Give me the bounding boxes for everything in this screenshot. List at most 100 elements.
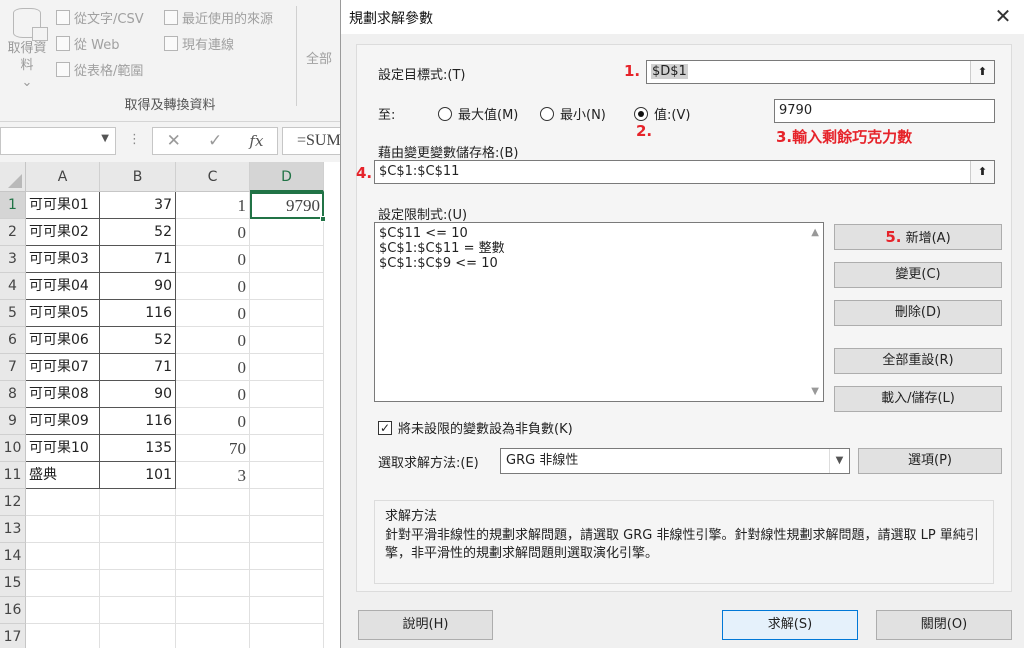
- constraint-item[interactable]: $C$1:$C$11 = 整數: [375, 241, 823, 256]
- cell-d8[interactable]: [250, 381, 324, 408]
- cell-d13[interactable]: [250, 516, 324, 543]
- fill-handle[interactable]: [320, 216, 326, 222]
- cell-b1[interactable]: 37: [100, 192, 176, 219]
- row-header[interactable]: 2: [0, 219, 26, 246]
- range-select-icon[interactable]: ⬆: [970, 61, 994, 83]
- get-data-button[interactable]: 取得資料 ⌄: [4, 8, 50, 91]
- row-header[interactable]: 6: [0, 327, 26, 354]
- cell-d5[interactable]: [250, 300, 324, 327]
- insert-function-icon[interactable]: fx: [249, 132, 263, 150]
- cell-d6[interactable]: [250, 327, 324, 354]
- cell-a5[interactable]: 可可果05: [26, 300, 100, 327]
- target-value-input[interactable]: 9790: [774, 99, 995, 123]
- cell-a12[interactable]: [26, 489, 100, 516]
- cell-a1[interactable]: 可可果01: [26, 192, 100, 219]
- solve-button[interactable]: 求解(S): [722, 610, 858, 640]
- cell-d1[interactable]: 9790: [250, 192, 324, 219]
- min-radio[interactable]: 最小(N): [540, 104, 606, 123]
- cell-a13[interactable]: [26, 516, 100, 543]
- cell-c14[interactable]: [176, 543, 250, 570]
- cell-c1[interactable]: 1: [176, 192, 250, 219]
- scroll-up-icon[interactable]: ▲: [811, 227, 819, 238]
- cell-b17[interactable]: [100, 624, 176, 648]
- change-constraint-button[interactable]: 變更(C): [834, 262, 1002, 288]
- cell-a7[interactable]: 可可果07: [26, 354, 100, 381]
- column-header-a[interactable]: A: [26, 162, 100, 192]
- cancel-icon[interactable]: ✕: [167, 131, 181, 151]
- cell-c7[interactable]: 0: [176, 354, 250, 381]
- cell-a10[interactable]: 可可果10: [26, 435, 100, 462]
- cell-d12[interactable]: [250, 489, 324, 516]
- cell-d2[interactable]: [250, 219, 324, 246]
- recent-sources-button[interactable]: 最近使用的來源: [164, 8, 273, 27]
- from-text-csv-button[interactable]: 從文字/CSV: [56, 8, 144, 27]
- close-icon[interactable]: ✕: [989, 2, 1017, 30]
- name-box[interactable]: ▼: [0, 127, 116, 155]
- cell-b9[interactable]: 116: [100, 408, 176, 435]
- column-header-d[interactable]: D: [250, 162, 324, 192]
- cell-a16[interactable]: [26, 597, 100, 624]
- cell-b7[interactable]: 71: [100, 354, 176, 381]
- range-select-icon[interactable]: ⬆: [970, 161, 994, 183]
- cell-b6[interactable]: 52: [100, 327, 176, 354]
- cell-b16[interactable]: [100, 597, 176, 624]
- row-header[interactable]: 3: [0, 246, 26, 273]
- cell-b5[interactable]: 116: [100, 300, 176, 327]
- row-header[interactable]: 13: [0, 516, 26, 543]
- help-button[interactable]: 說明(H): [358, 610, 493, 640]
- cell-c13[interactable]: [176, 516, 250, 543]
- solving-method-select[interactable]: GRG 非線性 ▼: [500, 448, 850, 474]
- cell-a17[interactable]: [26, 624, 100, 648]
- cell-c16[interactable]: [176, 597, 250, 624]
- row-header[interactable]: 1: [0, 192, 26, 219]
- cell-d15[interactable]: [250, 570, 324, 597]
- column-header-b[interactable]: B: [100, 162, 176, 192]
- cell-c4[interactable]: 0: [176, 273, 250, 300]
- cell-d7[interactable]: [250, 354, 324, 381]
- cell-c8[interactable]: 0: [176, 381, 250, 408]
- cell-b15[interactable]: [100, 570, 176, 597]
- reset-all-button[interactable]: 全部重設(R): [834, 348, 1002, 374]
- cell-d11[interactable]: [250, 462, 324, 489]
- delete-constraint-button[interactable]: 刪除(D): [834, 300, 1002, 326]
- cell-a2[interactable]: 可可果02: [26, 219, 100, 246]
- constraints-list[interactable]: $C$11 <= 10 $C$1:$C$11 = 整數 $C$1:$C$9 <=…: [374, 222, 824, 402]
- cell-a14[interactable]: [26, 543, 100, 570]
- row-header[interactable]: 14: [0, 543, 26, 570]
- cell-b2[interactable]: 52: [100, 219, 176, 246]
- load-save-button[interactable]: 載入/儲存(L): [834, 386, 1002, 412]
- cell-d14[interactable]: [250, 543, 324, 570]
- constraint-item[interactable]: $C$11 <= 10: [375, 226, 823, 241]
- cell-c17[interactable]: [176, 624, 250, 648]
- cell-d16[interactable]: [250, 597, 324, 624]
- row-header[interactable]: 15: [0, 570, 26, 597]
- close-button[interactable]: 關閉(O): [876, 610, 1012, 640]
- cell-b12[interactable]: [100, 489, 176, 516]
- formula-input[interactable]: =SUM: [282, 127, 342, 155]
- cell-b11[interactable]: 101: [100, 462, 176, 489]
- from-web-button[interactable]: 從 Web: [56, 34, 119, 53]
- cell-d3[interactable]: [250, 246, 324, 273]
- cell-c3[interactable]: 0: [176, 246, 250, 273]
- nonnegative-checkbox[interactable]: ✓ 將未設限的變數設為非負數(K): [378, 418, 573, 437]
- cell-b4[interactable]: 90: [100, 273, 176, 300]
- cell-c11[interactable]: 3: [176, 462, 250, 489]
- row-header[interactable]: 12: [0, 489, 26, 516]
- constraint-item[interactable]: $C$1:$C$9 <= 10: [375, 256, 823, 271]
- cell-a3[interactable]: 可可果03: [26, 246, 100, 273]
- cell-d17[interactable]: [250, 624, 324, 648]
- row-header[interactable]: 11: [0, 462, 26, 489]
- cell-b10[interactable]: 135: [100, 435, 176, 462]
- cell-b8[interactable]: 90: [100, 381, 176, 408]
- options-button[interactable]: 選項(P): [858, 448, 1002, 474]
- scroll-down-icon[interactable]: ▼: [811, 386, 819, 397]
- cell-d4[interactable]: [250, 273, 324, 300]
- row-header[interactable]: 17: [0, 624, 26, 648]
- cell-a8[interactable]: 可可果08: [26, 381, 100, 408]
- cell-c12[interactable]: [176, 489, 250, 516]
- row-header[interactable]: 9: [0, 408, 26, 435]
- value-radio[interactable]: 值:(V): [634, 104, 690, 123]
- row-header[interactable]: 5: [0, 300, 26, 327]
- from-table-button[interactable]: 從表格/範圍: [56, 60, 143, 79]
- cell-b14[interactable]: [100, 543, 176, 570]
